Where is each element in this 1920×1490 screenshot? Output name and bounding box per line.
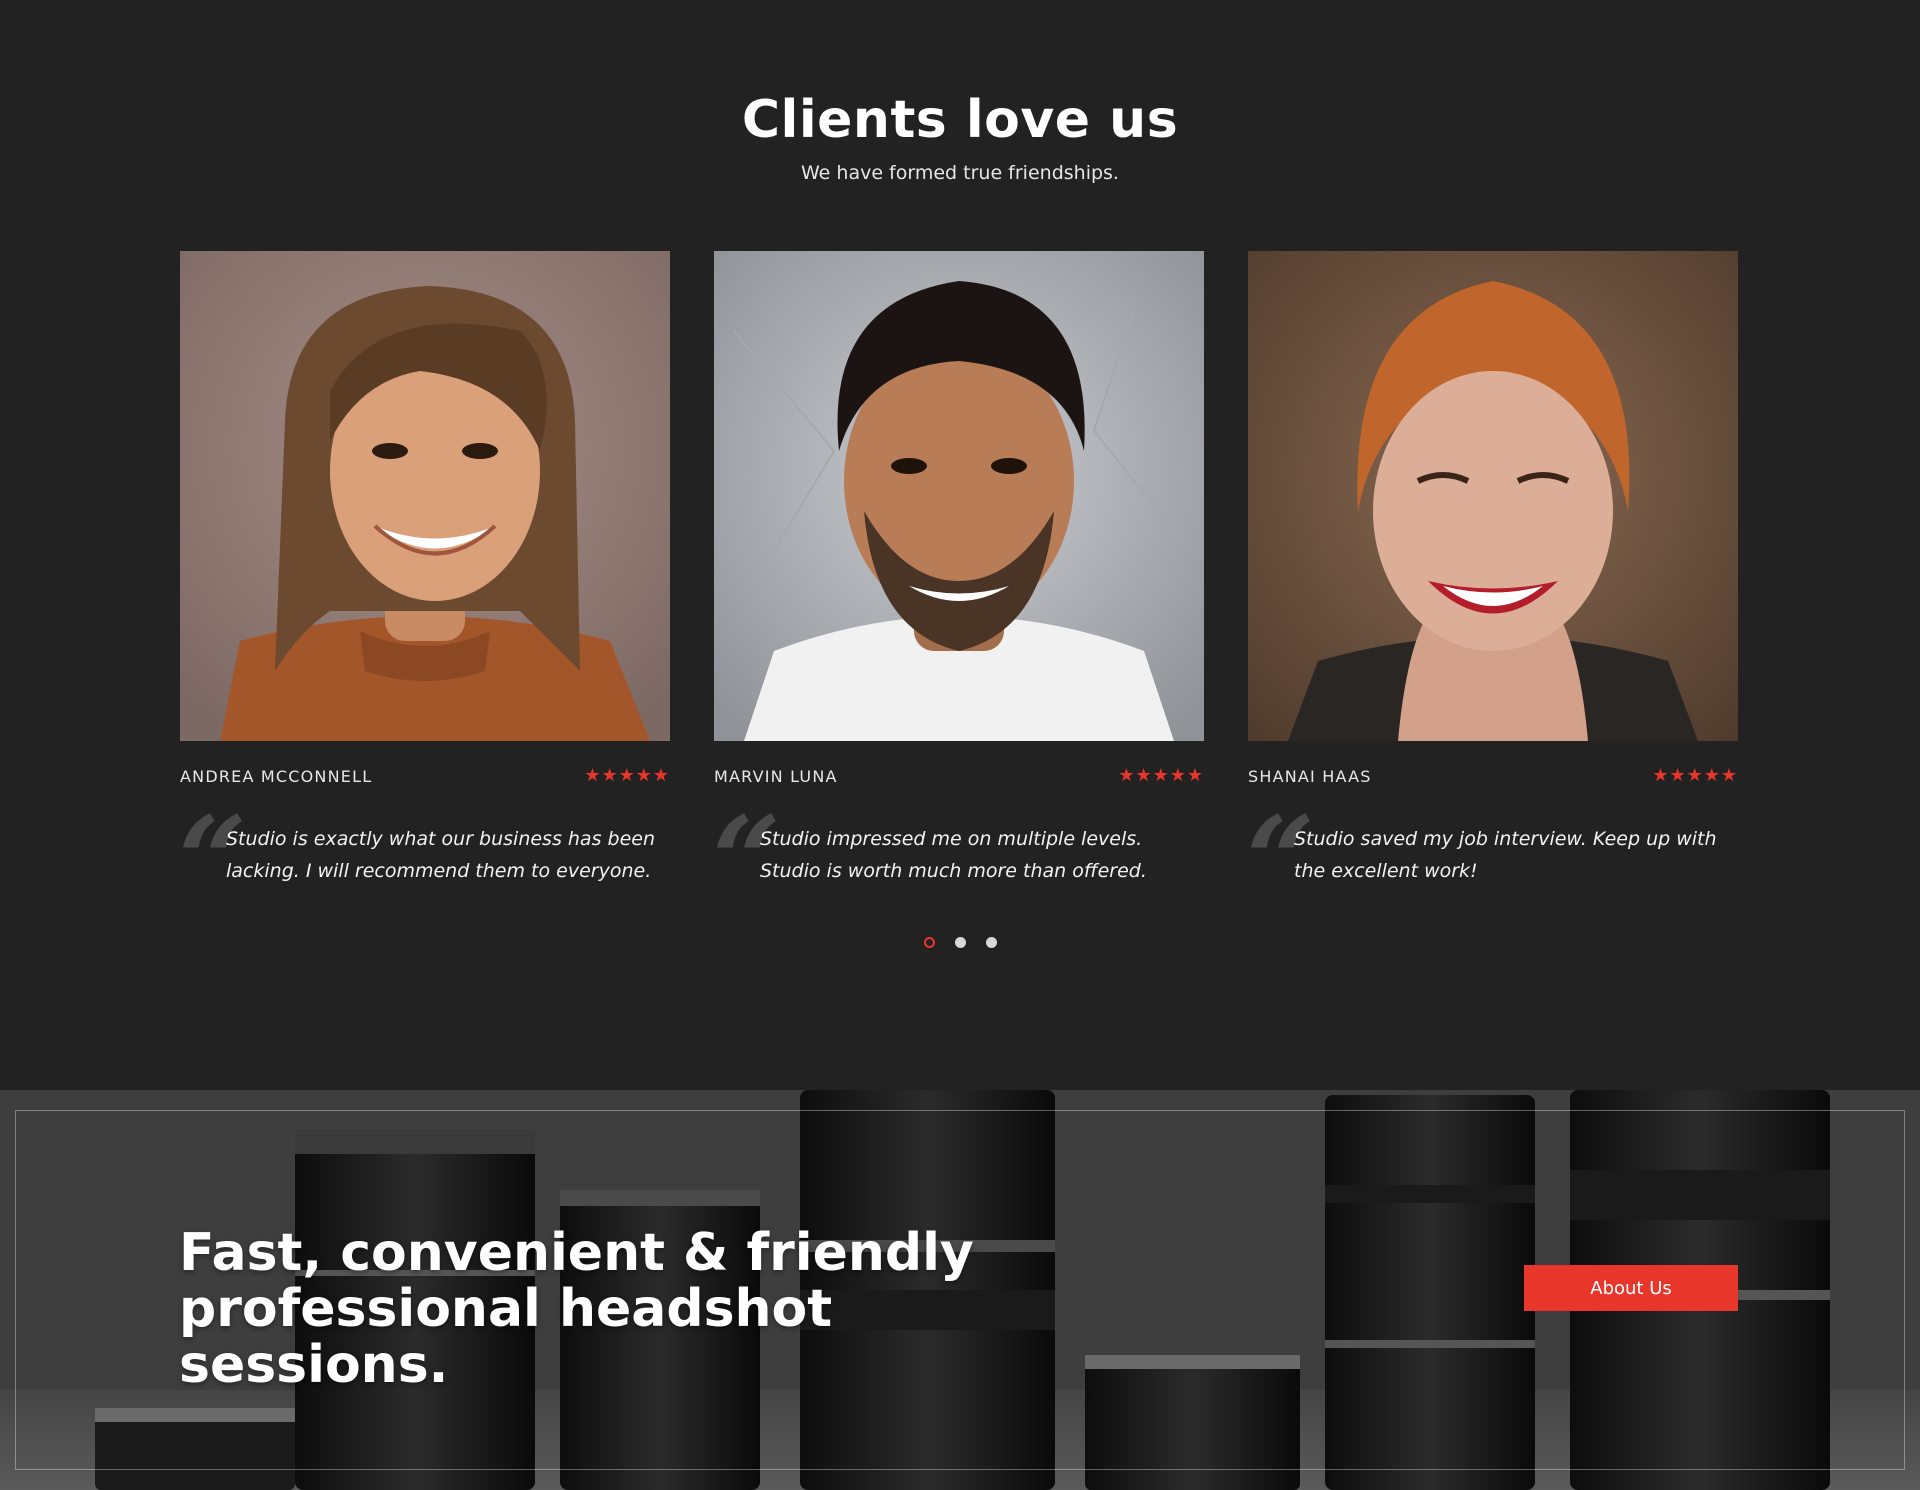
banner-heading-line-1: Fast, convenient & friendly (179, 1223, 974, 1283)
client-photo (714, 251, 1204, 741)
testimonial-card: SHANAI HAAS ★★★★★ “ Studio saved my job … (1246, 251, 1738, 921)
client-photo-image (1248, 251, 1738, 741)
carousel-dot-1[interactable] (923, 937, 935, 948)
quote-text: Studio is exactly what our business has … (226, 828, 655, 882)
cta-banner: Fast, convenient & friendly professional… (0, 1090, 1920, 1490)
banner-heading-line-2: professional headshot sessions. (179, 1279, 833, 1395)
about-us-button[interactable]: About Us (1524, 1265, 1738, 1311)
banner-heading: Fast, convenient & friendly professional… (179, 1225, 1079, 1393)
testimonial-quote: “ Studio is exactly what our business ha… (178, 801, 670, 921)
rating-stars: ★★★★★ (1652, 765, 1738, 785)
carousel-dot-2[interactable] (954, 937, 966, 948)
client-photo (180, 251, 670, 741)
quote-text: Studio saved my job interview. Keep up w… (1294, 828, 1717, 882)
client-name: SHANAI HAAS (1248, 767, 1372, 786)
testimonial-quote: “ Studio impressed me on multiple levels… (712, 801, 1204, 921)
rating-stars: ★★★★★ (1118, 765, 1204, 785)
testimonial-quote: “ Studio saved my job interview. Keep up… (1246, 801, 1738, 921)
testimonial-card: MARVIN LUNA ★★★★★ “ Studio impressed me … (712, 251, 1204, 921)
client-meta: ANDREA MCCONNELL ★★★★★ (180, 765, 670, 787)
client-photo (1248, 251, 1738, 741)
section-title: Clients love us (741, 90, 1179, 150)
carousel-pagination (0, 937, 1920, 948)
client-name: MARVIN LUNA (714, 767, 838, 786)
client-name: ANDREA MCCONNELL (180, 767, 373, 786)
client-meta: SHANAI HAAS ★★★★★ (1248, 765, 1738, 787)
section-subtitle: We have formed true friendships. (801, 162, 1119, 184)
client-meta: MARVIN LUNA ★★★★★ (714, 765, 1204, 787)
rating-stars: ★★★★★ (584, 765, 670, 785)
quote-text: Studio impressed me on multiple levels. … (760, 828, 1147, 882)
client-photo-image (180, 251, 670, 741)
testimonials-section: Clients love us We have formed true frie… (0, 0, 1920, 1090)
client-photo-image (714, 251, 1204, 741)
testimonial-card: ANDREA MCCONNELL ★★★★★ “ Studio is exact… (178, 251, 670, 921)
carousel-dot-3[interactable] (985, 937, 997, 948)
